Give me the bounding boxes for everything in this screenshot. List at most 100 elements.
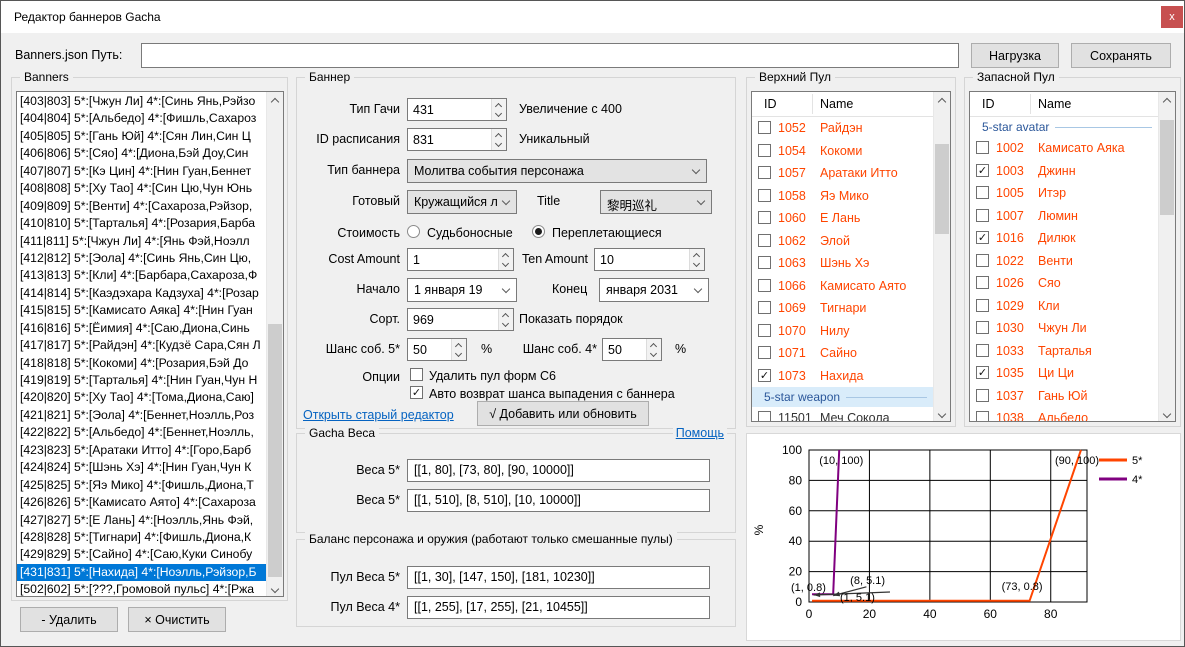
- weights5-input[interactable]: [[1, 80], [73, 80], [90, 10000]]: [407, 459, 710, 482]
- pool-row[interactable]: 1007Люмин: [970, 205, 1158, 228]
- pool-checkbox[interactable]: [976, 254, 989, 267]
- scrollbar-thumb[interactable]: [935, 144, 949, 234]
- close-button[interactable]: x: [1161, 6, 1183, 28]
- gacha-type-spinner[interactable]: 431: [407, 98, 507, 121]
- spinner-arrows-icon[interactable]: [451, 339, 466, 360]
- pool-checkbox[interactable]: [976, 186, 989, 199]
- banner-list-item[interactable]: [425|825] 5*:[Яэ Мико] 4*:[Фишль,Диона,Т: [17, 477, 266, 494]
- pool-checkbox[interactable]: ✓: [976, 366, 989, 379]
- banner-list-item[interactable]: [411|811] 5*:[Чжун Ли] 4*:[Янь Фэй,Ноэлл: [17, 233, 266, 250]
- banner-list-item[interactable]: [409|809] 5*:[Венти] 4*:[Сахароза,Рэйзор…: [17, 198, 266, 215]
- pool-checkbox[interactable]: [758, 144, 771, 157]
- banner-list-item[interactable]: [426|826] 5*:[Камисато Аято] 4*:[Сахароз…: [17, 494, 266, 511]
- end-date-select[interactable]: января 2031: [599, 278, 709, 302]
- scroll-down-icon[interactable]: [1159, 404, 1175, 421]
- pool-row[interactable]: 1037Гань Юй: [970, 385, 1158, 408]
- sort-spinner[interactable]: 969: [407, 308, 514, 331]
- scroll-up-icon[interactable]: [1159, 92, 1175, 109]
- pool-checkbox[interactable]: [758, 411, 771, 421]
- option-auto-return-checkbox[interactable]: ✓: [410, 386, 423, 399]
- scrollbar-thumb[interactable]: [1160, 120, 1174, 215]
- pool-checkbox[interactable]: [758, 301, 771, 314]
- pool-row[interactable]: 1071Сайно: [752, 342, 933, 365]
- pool-checkbox[interactable]: [976, 276, 989, 289]
- pool-checkbox[interactable]: [758, 121, 771, 134]
- upper-pool-table[interactable]: ID Name 1052Райдэн1054Кокоми1057Аратаки …: [751, 91, 951, 422]
- banner-list-item[interactable]: [422|822] 5*:[Альбедо] 4*:[Беннет,Ноэлль…: [17, 424, 266, 441]
- pool-row[interactable]: 1002Камисато Аяка: [970, 137, 1158, 160]
- banner-list-item[interactable]: [418|818] 5*:[Кокоми] 4*:[Розария,Бэй До: [17, 355, 266, 372]
- cost-radio-fateful[interactable]: [407, 225, 420, 238]
- banner-list-item[interactable]: [419|819] 5*:[Тарталья] 4*:[Нин Гуан,Чун…: [17, 372, 266, 389]
- banner-list-item[interactable]: [407|807] 5*:[Кэ Цин] 4*:[Нин Гуан,Бенне…: [17, 163, 266, 180]
- banner-list-item[interactable]: [412|812] 5*:[Эола] 4*:[Синь Янь,Син Цю,: [17, 250, 266, 267]
- pool-row[interactable]: 1052Райдэн: [752, 117, 933, 140]
- banner-list-item[interactable]: [417|817] 5*:[Райдэн] 4*:[Кудзё Сара,Сян…: [17, 337, 266, 354]
- pool-checkbox[interactable]: [758, 189, 771, 202]
- banner-list-item[interactable]: [408|808] 5*:[Ху Тао] 4*:[Син Цю,Чун Юнь: [17, 180, 266, 197]
- prefab-select[interactable]: Кружащийся л: [407, 190, 517, 214]
- pool-checkbox[interactable]: [758, 166, 771, 179]
- pool-checkbox[interactable]: [758, 256, 771, 269]
- scroll-up-icon[interactable]: [934, 92, 950, 109]
- pool-weights4-input[interactable]: [[1, 255], [17, 255], [21, 10455]]: [407, 596, 710, 619]
- pool-checkbox[interactable]: [976, 141, 989, 154]
- pool-row[interactable]: 1022Венти: [970, 250, 1158, 273]
- scroll-up-icon[interactable]: [267, 92, 283, 109]
- save-button[interactable]: Сохранять: [1071, 43, 1171, 68]
- pool-row[interactable]: 1026Сяо: [970, 272, 1158, 295]
- banner-list-item[interactable]: [406|806] 5*:[Сяо] 4*:[Диона,Бэй Доу,Син: [17, 145, 266, 162]
- pool-row[interactable]: 1038Альбедо: [970, 407, 1158, 421]
- pool-checkbox[interactable]: [976, 344, 989, 357]
- option-remove-c6-checkbox[interactable]: [410, 368, 423, 381]
- pool-row[interactable]: 1054Кокоми: [752, 140, 933, 163]
- banners-scrollbar[interactable]: [266, 92, 283, 596]
- banner-list-item[interactable]: [404|804] 5*:[Альбедо] 4*:[Фишль,Сахароз: [17, 110, 266, 127]
- pool-row[interactable]: 1060Е Лань: [752, 207, 933, 230]
- scrollbar-thumb[interactable]: [268, 324, 282, 577]
- banner-list-item[interactable]: [414|814] 5*:[Каэдэхара Кадзуха] 4*:[Роз…: [17, 285, 266, 302]
- banners-listbox[interactable]: [403|803] 5*:[Чжун Ли] 4*:[Синь Янь,Рэйз…: [16, 91, 284, 597]
- banner-list-item[interactable]: [428|828] 5*:[Тигнари] 4*:[Фишль,Диона,К: [17, 529, 266, 546]
- pool-checkbox[interactable]: ✓: [976, 231, 989, 244]
- pool-checkbox[interactable]: [976, 209, 989, 222]
- weights5b-input[interactable]: [[1, 510], [8, 510], [10, 10000]]: [407, 489, 710, 512]
- pool-weights5-input[interactable]: [[1, 30], [147, 150], [181, 10230]]: [407, 566, 710, 589]
- pool-row[interactable]: 1057Аратаки Итто: [752, 162, 933, 185]
- banner-list-item[interactable]: [416|816] 5*:[Ёимия] 4*:[Саю,Диона,Синь: [17, 320, 266, 337]
- spinner-arrows-icon[interactable]: [646, 339, 661, 360]
- add-update-button[interactable]: √ Добавить или обновить: [477, 401, 649, 426]
- pool-row[interactable]: 1062Элой: [752, 230, 933, 253]
- pool-row[interactable]: ✓1016Дилюк: [970, 227, 1158, 250]
- pool-checkbox[interactable]: [976, 411, 989, 421]
- pool-row[interactable]: 1066Камисато Аято: [752, 275, 933, 298]
- reserve-pool-table[interactable]: ID Name 5-star avatar1002Камисато Аяка✓1…: [969, 91, 1176, 422]
- chance4-spinner[interactable]: 50: [602, 338, 662, 361]
- banner-list-item[interactable]: [429|829] 5*:[Сайно] 4*:[Саю,Куки Синобу: [17, 546, 266, 563]
- begin-date-select[interactable]: 1 января 19: [407, 278, 517, 302]
- pool-row[interactable]: 1058Яэ Мико: [752, 185, 933, 208]
- pool-row[interactable]: 1070Нилу: [752, 320, 933, 343]
- banner-list-item[interactable]: [421|821] 5*:[Эола] 4*:[Беннет,Ноэлль,Ро…: [17, 407, 266, 424]
- pool-checkbox[interactable]: [758, 234, 771, 247]
- banner-list-item[interactable]: [502|602] 5*:[???,Громовой пульс] 4*:[Рж…: [17, 581, 266, 596]
- pool-checkbox[interactable]: [976, 321, 989, 334]
- clear-banners-button[interactable]: × Очистить: [128, 607, 226, 632]
- pool-row[interactable]: ✓1073Нахида: [752, 365, 933, 388]
- spinner-arrows-icon[interactable]: [689, 249, 704, 270]
- spinner-arrows-icon[interactable]: [491, 99, 506, 120]
- banner-list-item[interactable]: [415|815] 5*:[Камисато Аяка] 4*:[Нин Гуа…: [17, 302, 266, 319]
- scroll-down-icon[interactable]: [934, 404, 950, 421]
- delete-banner-button[interactable]: - Удалить: [20, 607, 118, 632]
- spinner-arrows-icon[interactable]: [491, 129, 506, 150]
- banner-list-item[interactable]: [420|820] 5*:[Ху Тао] 4*:[Тома,Диона,Саю…: [17, 389, 266, 406]
- pool-row[interactable]: 1069Тигнари: [752, 297, 933, 320]
- pool-row[interactable]: 1029Кли: [970, 295, 1158, 318]
- banner-list-item[interactable]: [427|827] 5*:[Е Лань] 4*:[Ноэлль,Янь Фэй…: [17, 512, 266, 529]
- path-input[interactable]: [141, 43, 959, 68]
- load-button[interactable]: Нагрузка: [971, 43, 1059, 68]
- banner-type-select[interactable]: Молитва события персонажа: [407, 159, 707, 183]
- pool-row[interactable]: 1033Тарталья: [970, 340, 1158, 363]
- reserve-pool-scrollbar[interactable]: [1158, 92, 1175, 421]
- pool-row[interactable]: 1063Шэнь Хэ: [752, 252, 933, 275]
